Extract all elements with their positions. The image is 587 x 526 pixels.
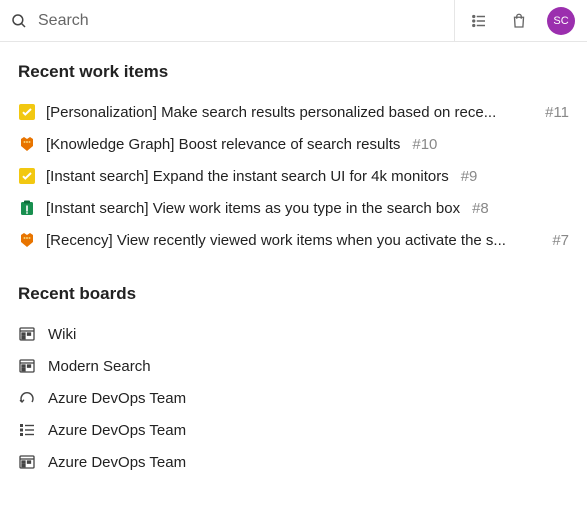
boards-list: Wiki Modern Search <box>18 318 569 478</box>
work-item-row[interactable]: [Instant search] View work items as you … <box>18 192 569 224</box>
shopping-bag-icon[interactable] <box>503 5 535 37</box>
epic-icon <box>18 135 36 153</box>
search-icon <box>10 12 28 30</box>
board-row[interactable]: Azure DevOps Team <box>18 446 569 478</box>
board-row[interactable]: Azure DevOps Team <box>18 382 569 414</box>
section-header-work-items: Recent work items <box>18 62 569 82</box>
queries-icon[interactable] <box>463 5 495 37</box>
work-item-row[interactable]: [Recency] View recently viewed work item… <box>18 224 569 256</box>
topbar: SC <box>0 0 587 42</box>
work-item-id: #9 <box>461 168 478 185</box>
work-item-id: #8 <box>472 200 489 217</box>
work-item-row[interactable]: [Knowledge Graph] Boost relevance of sea… <box>18 128 569 160</box>
work-item-id: #11 <box>545 104 569 121</box>
section-recent-boards: Recent boards Wiki <box>18 284 569 478</box>
work-item-row[interactable]: [Personalization] Make search results pe… <box>18 96 569 128</box>
board-title: Azure DevOps Team <box>48 390 186 407</box>
work-item-title: [Instant search] View work items as you … <box>46 200 460 217</box>
avatar[interactable]: SC <box>547 7 575 35</box>
work-item-id: #10 <box>412 136 437 153</box>
work-item-row[interactable]: [Instant search] Expand the instant sear… <box>18 160 569 192</box>
work-item-id: #7 <box>552 232 569 249</box>
work-item-title: [Personalization] Make search results pe… <box>46 104 496 121</box>
sprint-icon <box>18 389 36 407</box>
section-recent-work-items: Recent work items [Personalization] Make… <box>18 62 569 256</box>
taskboard-icon <box>18 453 36 471</box>
board-title: Wiki <box>48 326 76 343</box>
avatar-initials: SC <box>553 15 568 27</box>
task-icon <box>18 103 36 121</box>
board-title: Modern Search <box>48 358 151 375</box>
section-header-boards: Recent boards <box>18 284 569 304</box>
taskboard-icon <box>18 357 36 375</box>
board-row[interactable]: Modern Search <box>18 350 569 382</box>
work-items-list: [Personalization] Make search results pe… <box>18 96 569 256</box>
work-item-title: [Instant search] Expand the instant sear… <box>46 168 449 185</box>
work-item-title: [Recency] View recently viewed work item… <box>46 232 506 249</box>
content: Recent work items [Personalization] Make… <box>0 42 587 488</box>
board-row[interactable]: Wiki <box>18 318 569 350</box>
epic-icon <box>18 231 36 249</box>
search-container <box>0 0 455 41</box>
backlog-icon <box>18 421 36 439</box>
task-icon <box>18 167 36 185</box>
board-title: Azure DevOps Team <box>48 422 186 439</box>
testcase-icon <box>18 199 36 217</box>
work-item-title: [Knowledge Graph] Boost relevance of sea… <box>46 136 400 153</box>
search-input[interactable] <box>34 6 444 36</box>
board-row[interactable]: Azure DevOps Team <box>18 414 569 446</box>
board-title: Azure DevOps Team <box>48 454 186 471</box>
taskboard-icon <box>18 325 36 343</box>
